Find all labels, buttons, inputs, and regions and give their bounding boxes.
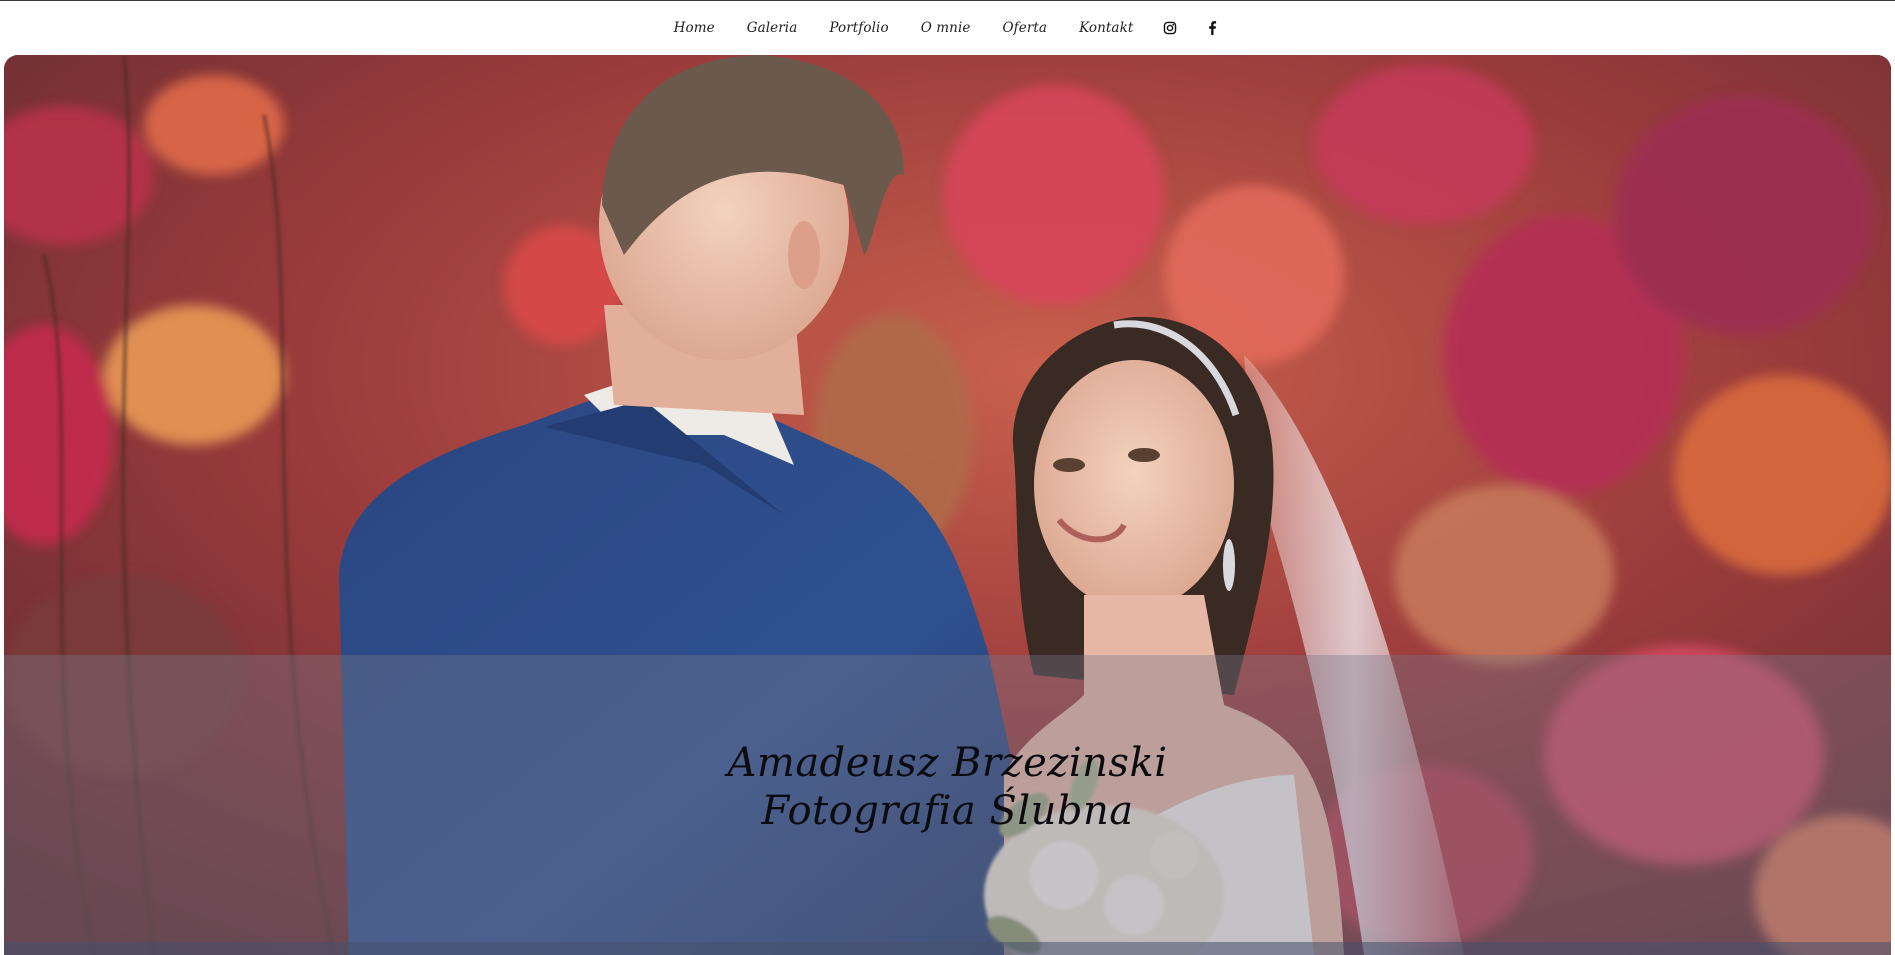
main-navigation: Home Galeria Portfolio O mnie Oferta Kon…	[0, 1, 1895, 55]
nav-link-o-mnie[interactable]: O mnie	[921, 20, 971, 36]
nav-link-home[interactable]: Home	[674, 20, 715, 36]
hero-title-line-2: Fotografia Ślubna	[761, 788, 1134, 834]
facebook-icon[interactable]	[1201, 17, 1223, 39]
nav-link-galeria[interactable]: Galeria	[747, 20, 798, 36]
instagram-icon[interactable]	[1159, 17, 1181, 39]
hero-title: Amadeusz Brzezinski Fotografia Ślubna	[4, 739, 1891, 835]
nav-link-portfolio[interactable]: Portfolio	[829, 20, 888, 36]
nav-list: Home Galeria Portfolio O mnie Oferta Kon…	[658, 17, 1234, 39]
bottom-strip	[4, 942, 1891, 955]
hero-title-line-1: Amadeusz Brzezinski	[727, 740, 1168, 786]
nav-link-kontakt[interactable]: Kontakt	[1079, 20, 1133, 36]
hero-banner: Amadeusz Brzezinski Fotografia Ślubna	[4, 55, 1891, 955]
nav-link-oferta[interactable]: Oferta	[1002, 20, 1047, 36]
page: Home Galeria Portfolio O mnie Oferta Kon…	[0, 0, 1895, 955]
